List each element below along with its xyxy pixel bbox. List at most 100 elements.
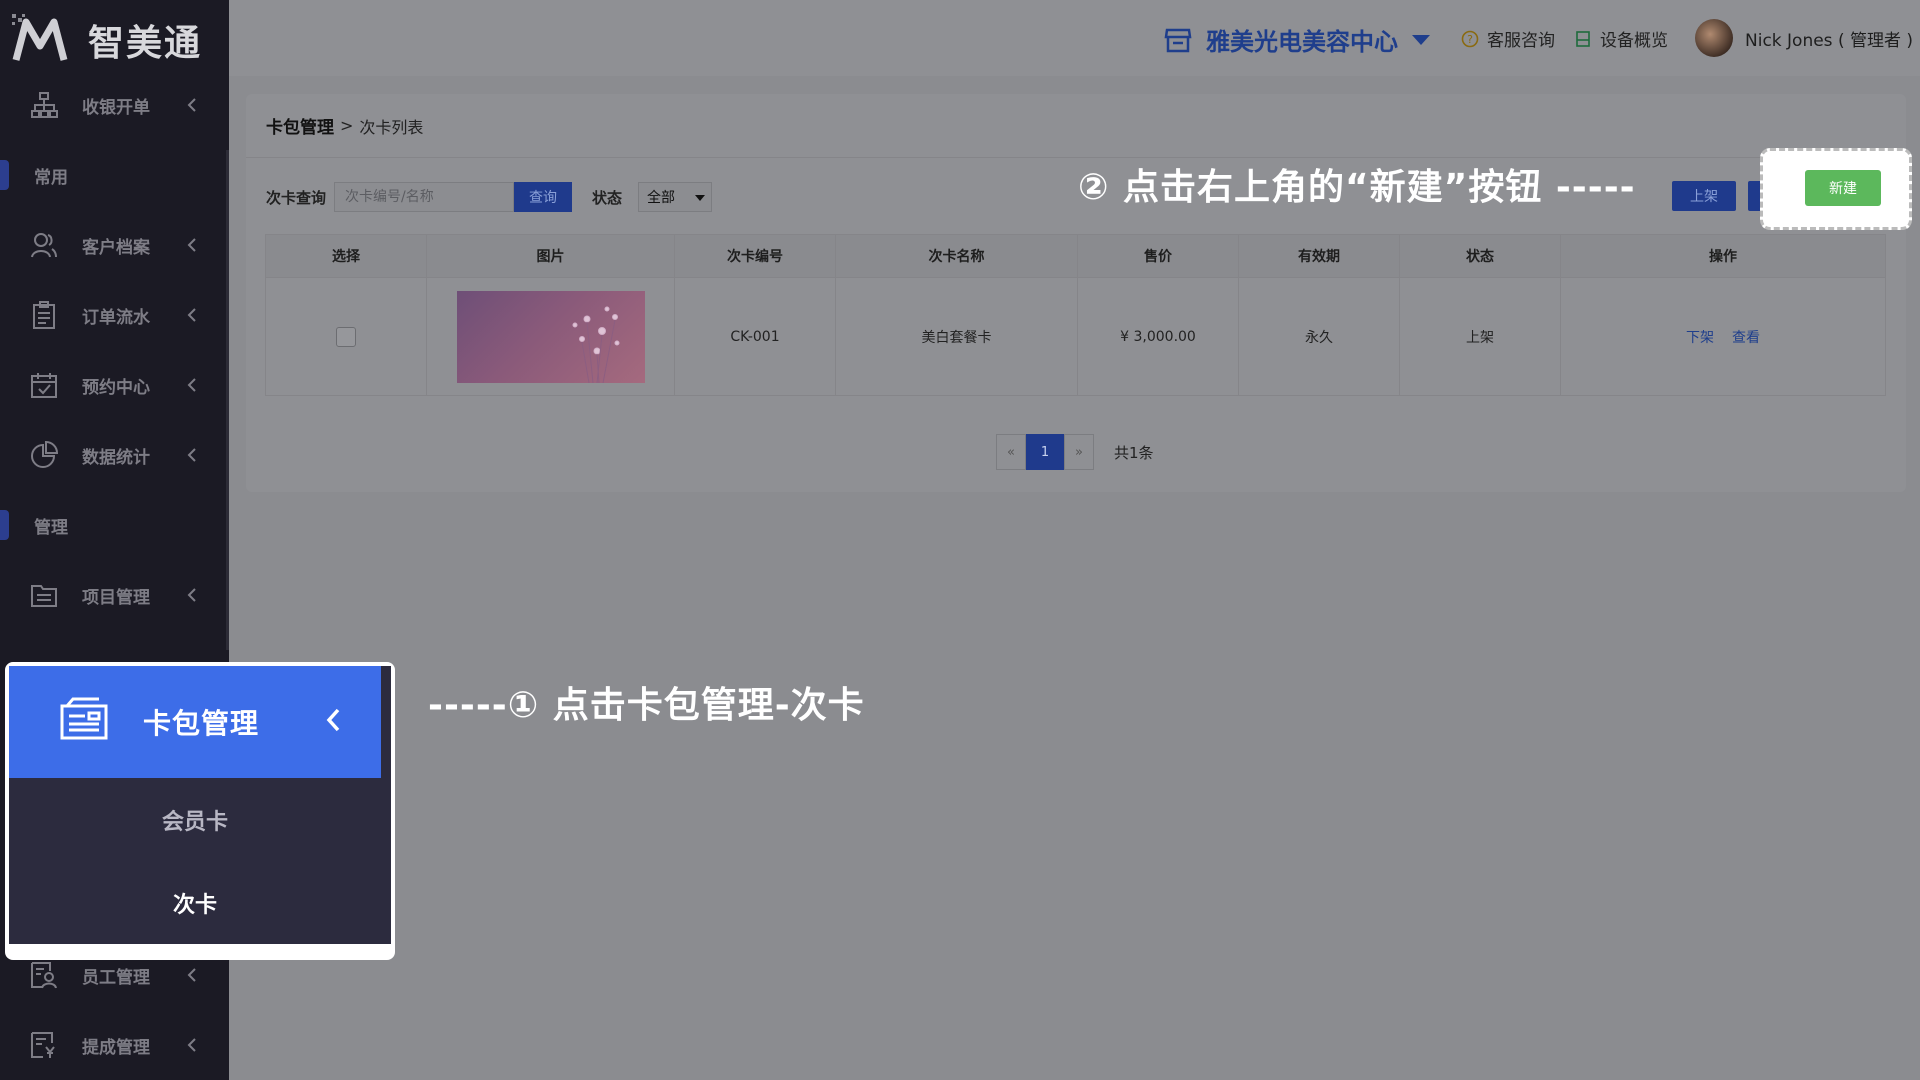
question-icon: ? bbox=[1461, 30, 1479, 47]
breadcrumb-separator: > bbox=[340, 116, 354, 135]
commission-icon bbox=[31, 1032, 55, 1058]
sidebar-item-label: 卡包管理 bbox=[143, 707, 260, 740]
column-header: 操作 bbox=[1709, 249, 1737, 265]
chevron-left-icon bbox=[187, 1038, 196, 1052]
section-label: 常用 bbox=[34, 167, 68, 188]
query-input[interactable]: 次卡编号/名称 bbox=[334, 182, 515, 212]
list-folder-icon bbox=[31, 585, 57, 607]
ops-cell: 下架 查看 bbox=[1561, 278, 1885, 395]
sidebar-subitem-member-card[interactable]: 会员卡 bbox=[9, 804, 381, 836]
status-select[interactable]: 全部 bbox=[638, 182, 713, 212]
sidebar-item-statistics[interactable]: 数据统计 bbox=[0, 420, 229, 490]
chevron-left-icon bbox=[187, 238, 196, 252]
breadcrumb: 卡包管理 > 次卡列表 bbox=[246, 94, 1906, 158]
chevron-left-icon bbox=[187, 308, 196, 322]
column-header: 售价 bbox=[1078, 235, 1239, 277]
image-cell bbox=[427, 278, 675, 395]
annotation-step1: -----① 点击卡包管理-次卡 bbox=[428, 685, 865, 726]
org-chart-icon bbox=[31, 92, 58, 118]
section-marker bbox=[0, 160, 9, 190]
new-button[interactable]: 新建 bbox=[1805, 170, 1881, 206]
section-label: 管理 bbox=[34, 517, 68, 538]
column-header: 次卡名称 bbox=[836, 235, 1078, 277]
next-page-button[interactable]: » bbox=[1064, 434, 1094, 470]
query-label: 次卡查询 bbox=[266, 188, 327, 207]
status-label: 状态 bbox=[592, 188, 623, 207]
select-cell bbox=[266, 278, 427, 395]
breadcrumb-current: 次卡列表 bbox=[359, 117, 424, 137]
sidebar-item-label: 订单流水 bbox=[82, 307, 150, 328]
breadcrumb-main[interactable]: 卡包管理 bbox=[266, 113, 334, 138]
user-menu[interactable]: Nick Jones ( 管理者 ) bbox=[1695, 19, 1913, 57]
sidebar-subitem-count-card[interactable]: 次卡 bbox=[9, 887, 381, 919]
row-checkbox[interactable] bbox=[336, 326, 356, 347]
chevron-left-icon bbox=[187, 448, 196, 462]
status-select-value: 全部 bbox=[647, 190, 676, 206]
avatar bbox=[1695, 19, 1733, 57]
pagination: « 1 » 共1条 bbox=[996, 434, 1154, 470]
card-name: 美白套餐卡 bbox=[836, 278, 1078, 395]
store-switcher[interactable]: 雅美光电美容中心 bbox=[1164, 22, 1432, 57]
chevron-left-icon bbox=[187, 968, 196, 982]
sidebar-item-cashier[interactable]: 收银开单 bbox=[0, 70, 229, 140]
prev-page-button[interactable]: « bbox=[996, 434, 1026, 470]
column-header: 图片 bbox=[427, 235, 675, 277]
calendar-check-icon bbox=[31, 373, 57, 398]
sidebar-item-label: 数据统计 bbox=[82, 447, 150, 468]
svg-text:?: ? bbox=[1467, 33, 1473, 46]
column-header: 有效期 bbox=[1239, 235, 1400, 277]
logo-text: 智美通 bbox=[88, 23, 203, 64]
top-header: 雅美光电美容中心 ? 客服咨询 设备概览 Nick Jones ( 管理者 ) bbox=[229, 0, 1920, 76]
total-count: 共1条 bbox=[1114, 443, 1154, 462]
card-price: ¥ 3,000.00 bbox=[1078, 278, 1239, 395]
filter-bar: 次卡查询 次卡编号/名称 查询 状态 全部 bbox=[266, 182, 713, 212]
device-icon bbox=[1576, 30, 1590, 47]
column-header: 状态 bbox=[1400, 235, 1561, 277]
sidebar-item-projects[interactable]: 项目管理 bbox=[0, 560, 229, 630]
sidebar-item-label: 项目管理 bbox=[82, 587, 150, 608]
user-name: Nick Jones ( 管理者 ) bbox=[1745, 30, 1914, 51]
sidebar-scrollbar[interactable] bbox=[226, 150, 229, 650]
dandelion-image bbox=[572, 306, 619, 383]
chevron-left-icon bbox=[326, 708, 340, 732]
card-package-icon bbox=[60, 697, 108, 740]
view-link[interactable]: 查看 bbox=[1732, 327, 1760, 347]
sidebar-item-appointments[interactable]: 预约中心 bbox=[0, 350, 229, 420]
sidebar-item-label: 客户档案 bbox=[82, 237, 150, 258]
table-header: 选择 图片 次卡编号 次卡名称 售价 有效期 状态 操作 bbox=[266, 235, 1885, 278]
logo-mark-icon bbox=[12, 14, 68, 61]
store-name: 雅美光电美容中心 bbox=[1206, 28, 1398, 56]
caret-down-icon bbox=[1412, 34, 1430, 45]
chevron-left-icon bbox=[187, 378, 196, 392]
sidebar-section-common: 常用 bbox=[0, 155, 229, 195]
sidebar-item-label: 员工管理 bbox=[82, 967, 150, 988]
publish-button[interactable]: 上架 bbox=[1672, 181, 1736, 211]
page-button-1[interactable]: 1 bbox=[1026, 434, 1064, 470]
chevron-left-icon bbox=[187, 588, 196, 602]
device-link-label: 设备概览 bbox=[1600, 31, 1668, 51]
customers-icon bbox=[31, 233, 57, 258]
sidebar-item-card-package[interactable]: 卡包管理 bbox=[9, 666, 381, 778]
sidebar-item-label: 提成管理 bbox=[82, 1037, 150, 1058]
staff-icon bbox=[31, 962, 57, 989]
sidebar-item-label: 预约中心 bbox=[82, 377, 150, 398]
device-link[interactable]: 设备概览 bbox=[1574, 26, 1668, 51]
store-icon bbox=[1164, 28, 1192, 52]
sidebar-item-orders[interactable]: 订单流水 bbox=[0, 280, 229, 350]
annotation-step2: ② 点击右上角的“新建”按钮 ----- bbox=[1078, 167, 1636, 208]
sidebar-item-commission[interactable]: 提成管理 bbox=[0, 1010, 229, 1080]
sidebar-item-customers[interactable]: 客户档案 bbox=[0, 210, 229, 280]
section-marker bbox=[0, 510, 9, 540]
logo: 智美通 bbox=[10, 12, 202, 68]
caret-down-icon bbox=[695, 195, 706, 201]
sidebar-section-manage: 管理 bbox=[0, 505, 229, 545]
take-down-link[interactable]: 下架 bbox=[1686, 327, 1714, 347]
pie-chart-icon bbox=[31, 441, 58, 468]
query-button[interactable]: 查询 bbox=[514, 182, 573, 212]
service-link[interactable]: ? 客服咨询 bbox=[1461, 26, 1555, 51]
card-status: 上架 bbox=[1400, 278, 1561, 395]
card-code: CK-001 bbox=[675, 278, 836, 395]
card-validity: 永久 bbox=[1239, 278, 1400, 395]
service-link-label: 客服咨询 bbox=[1487, 31, 1555, 51]
column-header: 选择 bbox=[266, 235, 427, 277]
